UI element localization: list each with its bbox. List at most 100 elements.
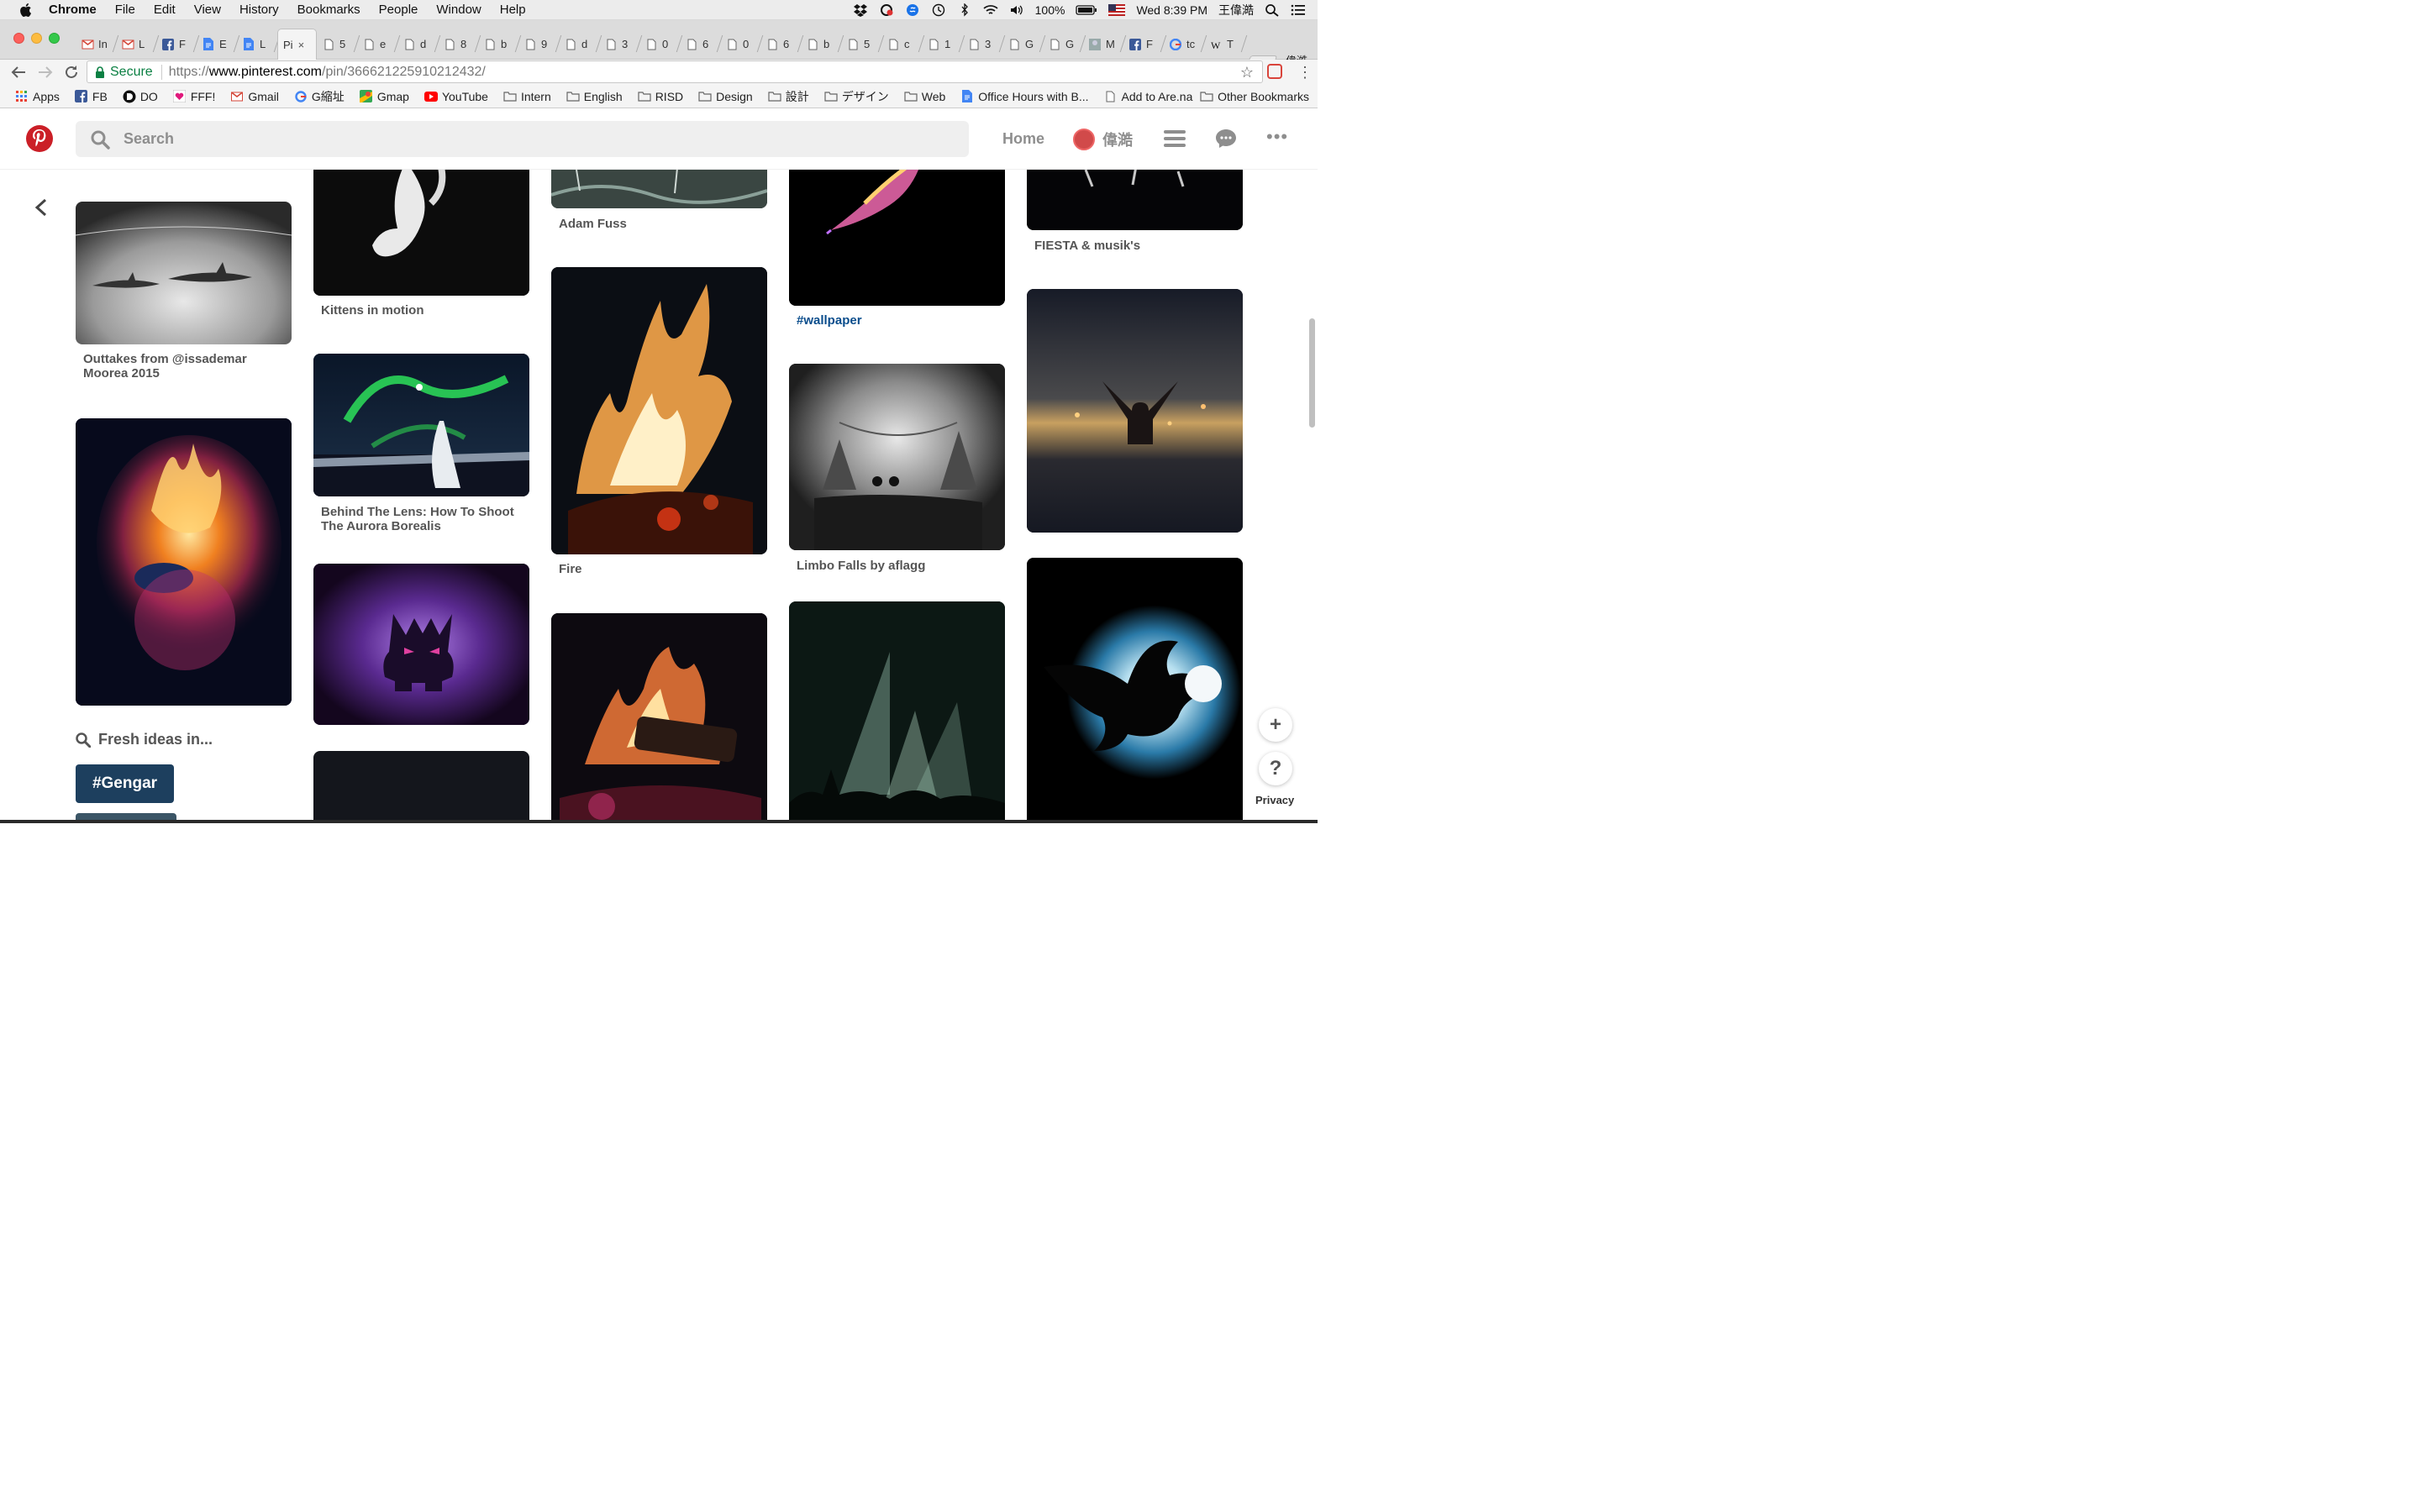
pin-caption[interactable]: Outtakes from @issademar Moorea 2015 [83, 352, 285, 381]
close-tab-icon[interactable]: × [298, 39, 305, 51]
add-pin-button[interactable]: + [1259, 708, 1292, 742]
browser-tab[interactable]: 3 [599, 29, 643, 60]
pin-caption[interactable]: Kittens in motion [321, 303, 523, 318]
menu-window[interactable]: Window [436, 3, 481, 17]
page-scrollbar[interactable] [1309, 318, 1315, 428]
apple-icon[interactable] [18, 3, 34, 18]
volume-icon[interactable] [1009, 3, 1024, 17]
bluetooth-icon[interactable] [957, 3, 972, 17]
menu-file[interactable]: File [115, 3, 135, 17]
menu-edit[interactable]: Edit [154, 3, 176, 17]
help-button[interactable]: ? [1259, 752, 1292, 785]
pinterest-logo-icon[interactable] [26, 125, 53, 152]
bookmark-item[interactable]: Gmap [360, 90, 409, 103]
browser-tab[interactable]: 1 [922, 29, 965, 60]
bookmark-star-icon[interactable]: ☆ [1240, 64, 1254, 81]
privacy-link[interactable]: Privacy [1255, 794, 1294, 806]
browser-tab[interactable]: L [116, 29, 160, 60]
pin-caption[interactable]: Adam Fuss [559, 217, 760, 231]
spotlight-icon[interactable] [1265, 3, 1280, 17]
pin-image-sharks[interactable] [76, 202, 292, 344]
wifi-icon[interactable] [983, 3, 998, 17]
browser-tab[interactable]: In [76, 29, 119, 60]
hamburger-menu-icon[interactable] [1164, 129, 1186, 148]
pin-image-kitten[interactable] [313, 170, 529, 296]
pin-image-silhouette[interactable] [1027, 289, 1243, 533]
minimize-window-button[interactable] [31, 33, 42, 44]
back-arrow-icon[interactable] [10, 65, 27, 80]
browser-tab[interactable]: F [156, 29, 200, 60]
pin-image-adam-fuss[interactable] [551, 170, 767, 208]
browser-tab[interactable]: Pi × [277, 29, 317, 60]
maximize-window-button[interactable] [49, 33, 60, 44]
browser-tab[interactable]: e [357, 29, 401, 60]
chrome-menu-icon[interactable]: ⋮ [1297, 64, 1313, 81]
pin-image-feather[interactable] [789, 170, 1005, 306]
bookmark-item[interactable]: YouTube [424, 90, 488, 103]
bookmark-item[interactable]: FB [75, 90, 108, 103]
bookmark-item[interactable]: DO [123, 90, 158, 103]
address-bar[interactable]: Secure https://www.pinterest.com/pin/366… [87, 60, 1263, 83]
reload-icon[interactable] [63, 65, 80, 80]
browser-tab[interactable]: 0 [720, 29, 764, 60]
browser-tab[interactable]: G [1043, 29, 1086, 60]
home-link[interactable]: Home [1002, 130, 1044, 148]
menu-bookmarks[interactable]: Bookmarks [297, 3, 360, 17]
browser-tab[interactable]: E [197, 29, 240, 60]
browser-tab[interactable]: 6 [760, 29, 804, 60]
tag-gengar-button[interactable]: #Gengar [76, 764, 174, 803]
browser-tab[interactable]: 6 [680, 29, 723, 60]
browser-tab[interactable]: WT [1204, 29, 1248, 60]
pin-image-aurora[interactable] [313, 354, 529, 496]
menu-app-name[interactable]: Chrome [49, 3, 97, 17]
browser-tab[interactable]: 8 [438, 29, 481, 60]
clock[interactable]: Wed 8:39 PM [1136, 3, 1207, 17]
browser-tab[interactable]: b [801, 29, 844, 60]
browser-tab[interactable]: 5 [841, 29, 885, 60]
bookmark-item[interactable]: 設計 [768, 88, 809, 105]
notification-center-icon[interactable] [1291, 3, 1306, 17]
pin-image-concert[interactable] [789, 601, 1005, 823]
profile-link[interactable]: 偉澔 [1073, 129, 1133, 150]
browser-tab[interactable]: 0 [639, 29, 683, 60]
browser-tab[interactable]: 3 [962, 29, 1006, 60]
back-chevron-icon[interactable] [34, 198, 49, 217]
pin-caption[interactable]: Limbo Falls by aflagg [797, 559, 998, 573]
dropbox-icon[interactable] [853, 3, 868, 17]
battery-icon[interactable] [1076, 3, 1097, 17]
browser-tab[interactable]: d [397, 29, 441, 60]
pin-image-campfire-pot[interactable] [76, 418, 292, 706]
pin-caption[interactable]: Fire [559, 562, 760, 576]
shazam-icon[interactable] [905, 3, 920, 17]
pin-image-dragon[interactable] [1027, 558, 1243, 823]
bookmark-item[interactable]: Add to Are.na [1104, 90, 1192, 103]
pin-caption[interactable]: Behind The Lens: How To Shoot The Aurora… [321, 505, 523, 533]
url-text[interactable]: https://www.pinterest.com/pin/3666212259… [169, 65, 486, 80]
user-name[interactable]: 王偉澔 [1218, 2, 1254, 18]
browser-tab[interactable]: tc [1164, 29, 1207, 60]
pin-image-limbo[interactable] [789, 364, 1005, 550]
messages-icon[interactable] [1215, 129, 1237, 149]
extension-icon[interactable] [1267, 64, 1282, 79]
bookmark-item[interactable]: Office Hours with B... [960, 90, 1089, 103]
browser-tab[interactable]: G [1002, 29, 1046, 60]
menu-people[interactable]: People [379, 3, 418, 17]
bookmark-item[interactable]: G縮址 [294, 88, 345, 105]
us-flag-icon[interactable] [1108, 3, 1126, 17]
pin-caption-link[interactable]: #wallpaper [797, 313, 998, 328]
bookmark-item[interactable]: RISD [638, 90, 683, 103]
pin-image-bonfire[interactable] [551, 613, 767, 823]
pin-image-dark[interactable] [313, 751, 529, 823]
browser-tab[interactable]: F [1123, 29, 1167, 60]
menu-help[interactable]: Help [500, 3, 526, 17]
bookmark-item[interactable]: English [566, 90, 623, 103]
browser-tab[interactable]: c [881, 29, 925, 60]
menu-view[interactable]: View [194, 3, 221, 17]
menu-history[interactable]: History [239, 3, 279, 17]
browser-tab[interactable]: M [1083, 29, 1127, 60]
close-window-button[interactable] [13, 33, 24, 44]
bookmark-item[interactable]: Gmail [230, 90, 279, 103]
bookmark-item[interactable]: Web [904, 90, 945, 103]
browser-tab[interactable]: 9 [518, 29, 562, 60]
bookmark-item[interactable]: Design [698, 90, 753, 103]
